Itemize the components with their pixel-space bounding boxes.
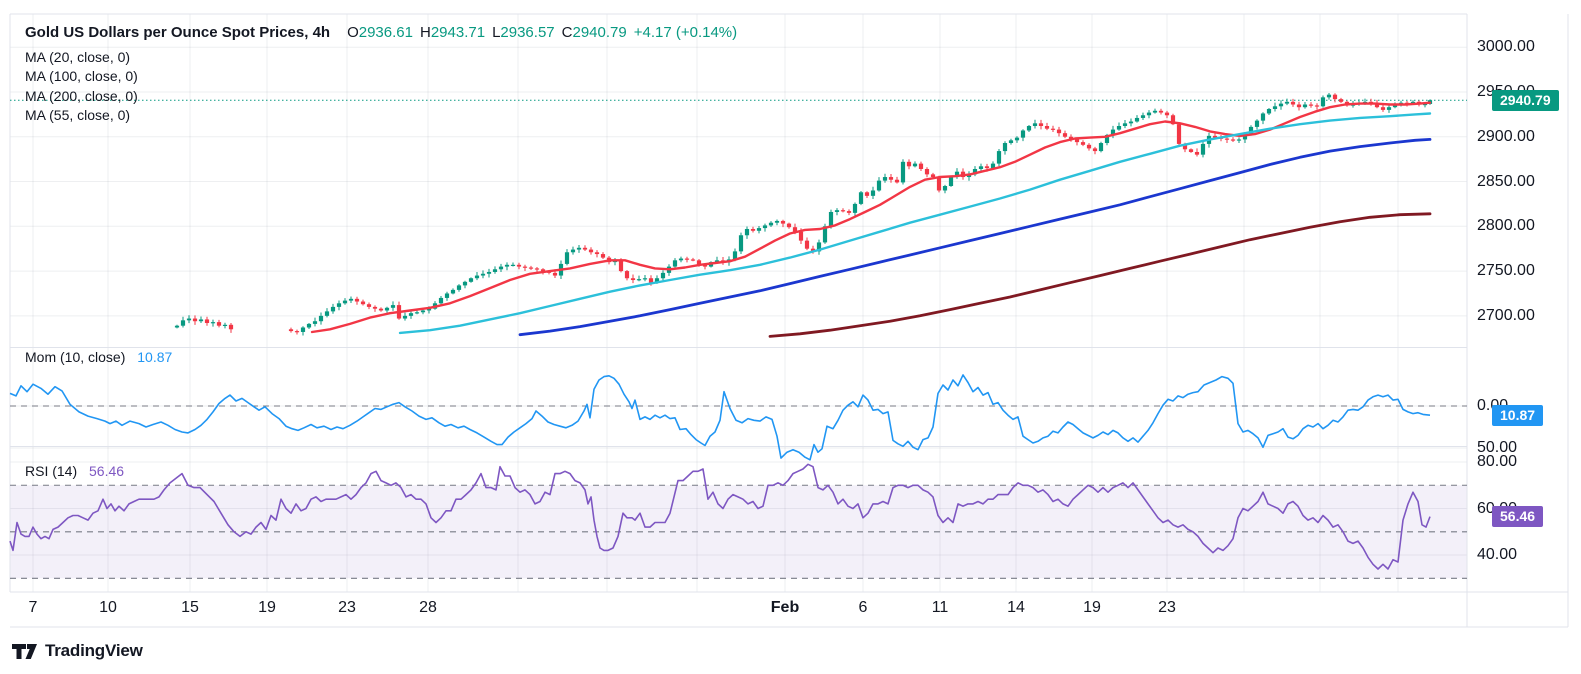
ma20-legend[interactable]: MA (20, close, 0)	[25, 49, 130, 65]
symbol-title: Gold US Dollars per Ounce Spot Prices, 4…	[25, 24, 330, 41]
high-value: 2943.71	[431, 24, 485, 41]
high-label: H	[420, 24, 431, 41]
tradingview-watermark[interactable]: TradingView	[12, 641, 143, 661]
time-tick-label: 14	[1007, 599, 1025, 617]
time-tick-label: 19	[1083, 599, 1101, 617]
momentum-legend-value: 10.87	[137, 349, 172, 365]
tradingview-logo-text: TradingView	[45, 641, 143, 661]
rsi-tick-label: 80.00	[1477, 453, 1563, 471]
time-tick-label: 10	[99, 599, 117, 617]
ma100-legend[interactable]: MA (100, close, 0)	[25, 68, 138, 84]
chart-canvas[interactable]	[0, 0, 1581, 674]
open-value: 2936.61	[359, 24, 413, 41]
close-value: 2940.79	[572, 24, 626, 41]
momentum-legend-name: Mom (10, close)	[25, 349, 125, 365]
price-tick-label: 2900.00	[1477, 128, 1563, 146]
close-label: C	[562, 24, 573, 41]
time-tick-label: 15	[181, 599, 199, 617]
symbol-header[interactable]: Gold US Dollars per Ounce Spot Prices, 4…	[25, 24, 737, 41]
price-tick-label: 2700.00	[1477, 307, 1563, 325]
momentum-value-badge: 10.87	[1492, 405, 1543, 426]
time-tick-label: 7	[29, 599, 38, 617]
price-tick-label: 2750.00	[1477, 262, 1563, 280]
price-tick-label: 2800.00	[1477, 217, 1563, 235]
ma55-legend[interactable]: MA (55, close, 0)	[25, 107, 130, 123]
low-value: 2936.57	[500, 24, 554, 41]
price-tick-label: 3000.00	[1477, 38, 1563, 56]
momentum-line	[10, 375, 1430, 460]
time-tick-label: 19	[258, 599, 276, 617]
tradingview-logo-icon	[12, 643, 38, 660]
time-tick-label: Feb	[771, 599, 799, 617]
rsi-legend-name: RSI (14)	[25, 463, 77, 479]
rsi-legend[interactable]: RSI (14) 56.46	[25, 463, 124, 479]
time-tick-label: 28	[419, 599, 437, 617]
rsi-tick-label: 40.00	[1477, 546, 1563, 564]
time-tick-label: 23	[338, 599, 356, 617]
overlay-ma55-line	[400, 114, 1430, 333]
time-tick-label: 11	[932, 599, 949, 617]
tradingview-chart: Gold US Dollars per Ounce Spot Prices, 4…	[0, 0, 1581, 674]
last-price-badge: 2940.79	[1492, 90, 1559, 111]
momentum-legend[interactable]: Mom (10, close) 10.87	[25, 349, 172, 365]
time-tick-label: 6	[859, 599, 868, 617]
change-value: +4.17 (+0.14%)	[634, 24, 737, 41]
open-label: O	[347, 24, 359, 41]
rsi-value-badge: 56.46	[1492, 506, 1543, 527]
time-tick-label: 23	[1158, 599, 1176, 617]
ma200-legend[interactable]: MA (200, close, 0)	[25, 88, 138, 104]
overlay-ma200-line	[770, 214, 1430, 337]
rsi-legend-value: 56.46	[89, 463, 124, 479]
moving-averages-layer	[312, 103, 1430, 337]
price-tick-label: 2850.00	[1477, 173, 1563, 191]
